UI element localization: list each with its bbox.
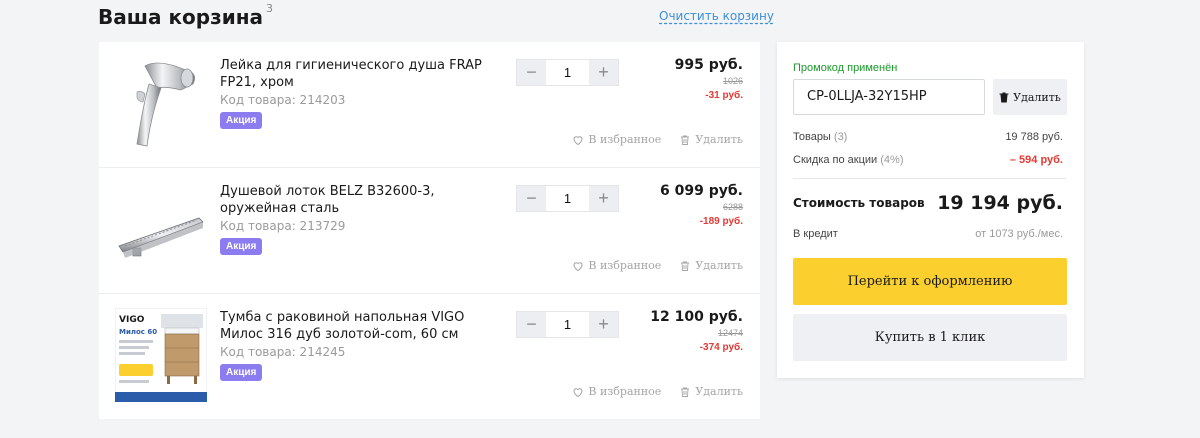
heart-icon [573, 135, 583, 145]
quantity-stepper: − 1 + [516, 311, 619, 338]
discount-label: Скидка по акции [793, 154, 878, 166]
cart-count: 3 [266, 2, 274, 16]
trash-icon [681, 261, 690, 271]
quantity-increase-button[interactable]: + [589, 312, 618, 337]
item-actions: В избранное Удалить [572, 133, 743, 146]
add-to-favorites-button[interactable]: В избранное [572, 259, 661, 272]
quantity-stepper: − 1 + [516, 185, 619, 212]
current-price: 995 руб. [674, 57, 743, 73]
discount-amount: -189 руб. [699, 216, 743, 227]
favorites-label: В избранное [588, 133, 662, 146]
image-brand-text: VIGO [119, 315, 145, 325]
item-actions: В избранное Удалить [572, 259, 743, 272]
delete-item-button[interactable]: Удалить [679, 133, 743, 146]
goods-value: 19 788 руб. [1005, 131, 1063, 143]
product-code: Код товара: 213729 [220, 219, 346, 233]
discount-percent: (4%) [880, 154, 904, 166]
cart-item: Душевой лоток BELZ B32600-3, оружейная с… [99, 168, 760, 294]
credit-value: от 1073 руб./мес. [975, 228, 1063, 240]
favorites-label: В избранное [588, 259, 662, 272]
discount-amount: -374 руб. [699, 342, 743, 353]
image-series-text: Милос 60 [119, 328, 157, 336]
favorites-label: В избранное [588, 385, 662, 398]
price-block: 6 099 руб. 6288 -189 руб. [660, 183, 743, 227]
item-actions: В избранное Удалить [572, 385, 743, 398]
trash-icon [681, 135, 690, 145]
delete-label: Удалить [695, 385, 743, 398]
discount-value: – 594 руб. [1009, 154, 1063, 166]
quantity-stepper: − 1 + [516, 59, 619, 86]
promo-code-input[interactable]: CP-0LLJA-32Y15HP [793, 79, 985, 115]
total-row: Стоимость товаров 19 194 руб. [793, 192, 1063, 214]
promo-badge: Акция [220, 238, 263, 255]
delete-label: Удалить [695, 259, 743, 272]
trash-icon [999, 92, 1009, 102]
delete-item-button[interactable]: Удалить [679, 385, 743, 398]
price-block: 995 руб. 1026 -31 руб. [675, 57, 743, 101]
heart-icon [573, 261, 583, 271]
cart-item: Лейка для гигиенического душа FRAP FP21,… [99, 42, 760, 168]
cart-items-list: Лейка для гигиенического душа FRAP FP21,… [99, 42, 760, 419]
quantity-decrease-button[interactable]: − [517, 312, 546, 337]
buy-one-click-button[interactable]: Купить в 1 клик [793, 314, 1067, 361]
current-price: 6 099 руб. [660, 183, 743, 199]
discount-row: Скидка по акции (4%) – 594 руб. [793, 154, 1063, 166]
product-code: Код товара: 214203 [220, 93, 346, 107]
old-price: 6288 [722, 202, 743, 212]
cart-item: VIGO Милос 60 Тумба с раковиной напольна… [99, 294, 760, 420]
credit-row: В кредит от 1073 руб./мес. [793, 228, 1063, 240]
add-to-favorites-button[interactable]: В избранное [572, 133, 661, 146]
quantity-increase-button[interactable]: + [589, 186, 618, 211]
quantity-input[interactable]: 1 [546, 312, 589, 337]
delete-item-button[interactable]: Удалить [679, 259, 743, 272]
goods-label: Товары [793, 131, 831, 143]
trash-icon [681, 387, 690, 397]
promo-badge: Акция [220, 364, 263, 381]
quantity-increase-button[interactable]: + [589, 60, 618, 85]
order-summary: Промокод применён CP-0LLJA-32Y15HP Удали… [777, 42, 1084, 378]
old-price: 12474 [717, 328, 743, 338]
product-name[interactable]: Душевой лоток BELZ B32600-3, оружейная с… [220, 183, 490, 217]
price-block: 12 100 руб. 12474 -374 руб. [650, 309, 743, 353]
heart-icon [573, 387, 583, 397]
promo-applied-label: Промокод применён [793, 62, 898, 74]
product-image-shower-head[interactable] [115, 56, 207, 150]
clear-cart-link[interactable]: Очистить корзину [659, 9, 774, 23]
product-image-shower-drain[interactable] [115, 182, 207, 276]
remove-promo-button[interactable]: Удалить [993, 79, 1067, 115]
product-image-vanity-cabinet[interactable]: VIGO Милос 60 [114, 307, 208, 403]
product-name[interactable]: Тумба с раковиной напольная VIGO Милос 3… [220, 309, 490, 343]
discount-amount: -31 руб. [705, 90, 743, 101]
page-title-text: Ваша корзина [98, 5, 264, 29]
delete-label: Удалить [695, 133, 743, 146]
current-price: 12 100 руб. [650, 309, 743, 325]
quantity-input[interactable]: 1 [546, 60, 589, 85]
remove-promo-label: Удалить [1013, 90, 1061, 104]
quantity-decrease-button[interactable]: − [517, 60, 546, 85]
promo-badge: Акция [220, 112, 263, 129]
add-to-favorites-button[interactable]: В избранное [572, 385, 661, 398]
summary-divider [793, 178, 1066, 179]
product-code: Код товара: 214245 [220, 345, 346, 359]
old-price: 1026 [722, 76, 743, 86]
credit-label: В кредит [793, 228, 838, 240]
quantity-input[interactable]: 1 [546, 186, 589, 211]
total-label: Стоимость товаров [793, 196, 925, 210]
goods-row: Товары (3) 19 788 руб. [793, 131, 1063, 143]
quantity-decrease-button[interactable]: − [517, 186, 546, 211]
checkout-button[interactable]: Перейти к оформлению [793, 258, 1067, 305]
goods-count: (3) [833, 131, 848, 143]
page-title: Ваша корзина 3 [98, 2, 274, 29]
total-value: 19 194 руб. [937, 192, 1063, 214]
product-name[interactable]: Лейка для гигиенического душа FRAP FP21,… [220, 57, 490, 91]
